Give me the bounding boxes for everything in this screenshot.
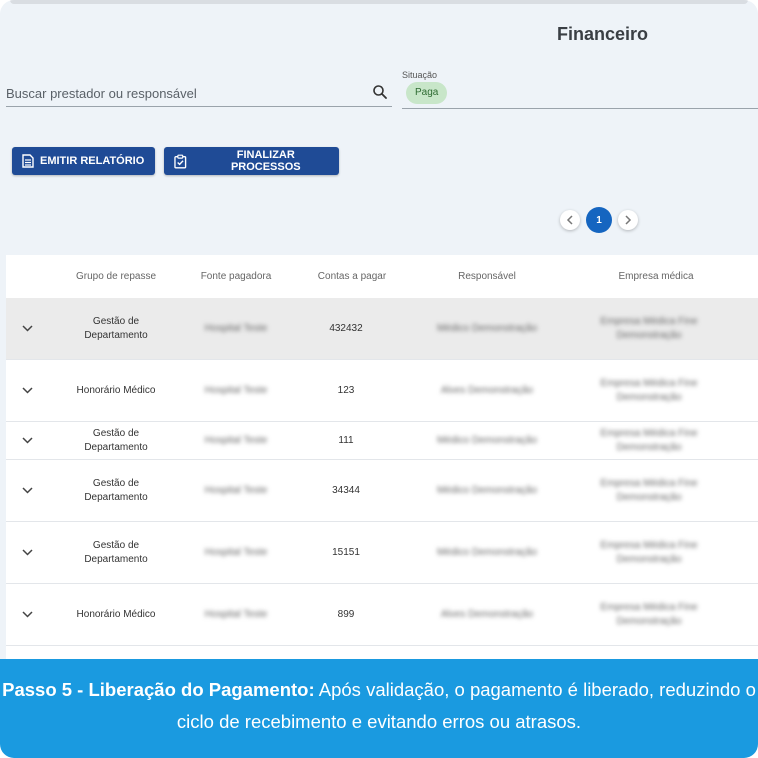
expand-row-chevron-icon[interactable] [22,584,33,645]
cell-empresa: Empresa Médica Fine Demonstração [600,601,698,627]
table-row[interactable]: Gestão de Departamento Hospital Teste 43… [6,298,758,360]
finalizar-processos-button[interactable]: FINALIZAR PROCESSOS [164,147,339,175]
cell-responsavel: Médico Demonstração [436,546,538,558]
table-row[interactable]: Gestão de Departamento Hospital Teste 11… [6,422,758,460]
step-caption-title: Passo 5 - Liberação do Pagamento: [2,679,315,700]
cell-contas: 432432 [329,322,363,334]
cell-empresa: Empresa Médica Fine Demonstração [600,539,698,565]
search-icon[interactable] [372,84,388,100]
cell-fonte: Hospital Teste [204,384,268,396]
table-row[interactable]: Honorário Médico Hospital Teste 123 Alve… [6,360,758,422]
cell-grupo: Gestão de Departamento [84,427,148,453]
page-1-button[interactable]: 1 [586,207,612,233]
step-caption-banner: Passo 5 - Liberação do Pagamento: Após v… [0,659,758,758]
pagination: 1 [560,207,638,233]
table-row[interactable]: Gestão de Departamento Hospital Teste 34… [6,460,758,522]
table-row[interactable]: Honorário Médico Hospital Teste 899 Alve… [6,584,758,646]
cell-empresa: Empresa Médica Fine Demonstração [600,477,698,503]
cell-empresa: Empresa Médica Fine Demonstração [600,377,698,403]
cell-responsavel: Médico Demonstração [436,484,538,496]
cell-grupo: Gestão de Departamento [84,477,148,503]
finalizar-processos-label: FINALIZAR PROCESSOS [230,149,301,173]
expand-row-chevron-icon[interactable] [22,522,33,583]
cell-contas: 34344 [332,484,360,496]
next-page-button[interactable] [618,210,638,230]
clipboard-check-icon [174,154,187,168]
payments-table: Grupo de repasse Fonte pagadora Contas a… [6,255,758,660]
expand-row-chevron-icon[interactable] [22,360,33,421]
situacao-label: Situação [402,70,438,80]
column-header-grupo[interactable]: Grupo de repasse [76,271,156,282]
status-chip-paga[interactable]: Paga [406,82,448,104]
cell-grupo: Honorário Médico [76,384,156,396]
expand-row-chevron-icon[interactable] [22,422,33,459]
expand-row-chevron-icon[interactable] [22,298,33,359]
table-header: Grupo de repasse Fonte pagadora Contas a… [6,255,758,299]
emitir-relatorio-button[interactable]: EMITIR RELATÓRIO [12,147,155,175]
cell-fonte: Hospital Teste [204,322,268,334]
page-title: Financeiro [557,24,649,44]
top-divider [10,0,748,4]
expand-row-chevron-icon[interactable] [22,460,33,521]
column-header-contas[interactable]: Contas a pagar [318,271,386,282]
cell-fonte: Hospital Teste [204,608,268,620]
prev-page-button[interactable] [560,210,580,230]
column-header-responsavel[interactable]: Responsável [458,271,516,282]
cell-contas: 15151 [332,546,360,558]
cell-contas: 111 [338,434,354,446]
chevron-right-icon [625,215,632,225]
cell-empresa: Empresa Médica Fine Demonstração [600,427,698,453]
chevron-left-icon [566,215,573,225]
cell-fonte: Hospital Teste [204,434,268,446]
cell-responsavel: Alves Demonstração [440,384,534,396]
cell-empresa: Empresa Médica Fine Demonstração [600,315,698,341]
situacao-select[interactable]: Situação Paga [402,68,758,109]
cell-contas: 123 [337,384,355,396]
cell-grupo: Gestão de Departamento [84,539,148,565]
cell-fonte: Hospital Teste [204,546,268,558]
column-header-empresa[interactable]: Empresa médica [618,271,693,282]
cell-responsavel: Alves Demonstração [440,608,534,620]
cell-grupo: Honorário Médico [76,608,156,620]
search-field[interactable] [6,80,392,107]
cell-contas: 899 [337,608,355,620]
app-window: Financeiro Situação Paga EMITIR RELATÓRI… [0,0,758,758]
search-input[interactable] [6,82,366,104]
document-icon [22,154,34,168]
cell-fonte: Hospital Teste [204,484,268,496]
cell-grupo: Gestão de Departamento [84,315,148,341]
table-row[interactable]: Gestão de Departamento Hospital Teste 15… [6,522,758,584]
emitir-relatorio-label: EMITIR RELATÓRIO [40,155,145,167]
cell-responsavel: Médico Demonstração [436,434,538,446]
cell-responsavel: Médico Demonstração [436,322,538,334]
column-header-fonte[interactable]: Fonte pagadora [201,271,272,282]
